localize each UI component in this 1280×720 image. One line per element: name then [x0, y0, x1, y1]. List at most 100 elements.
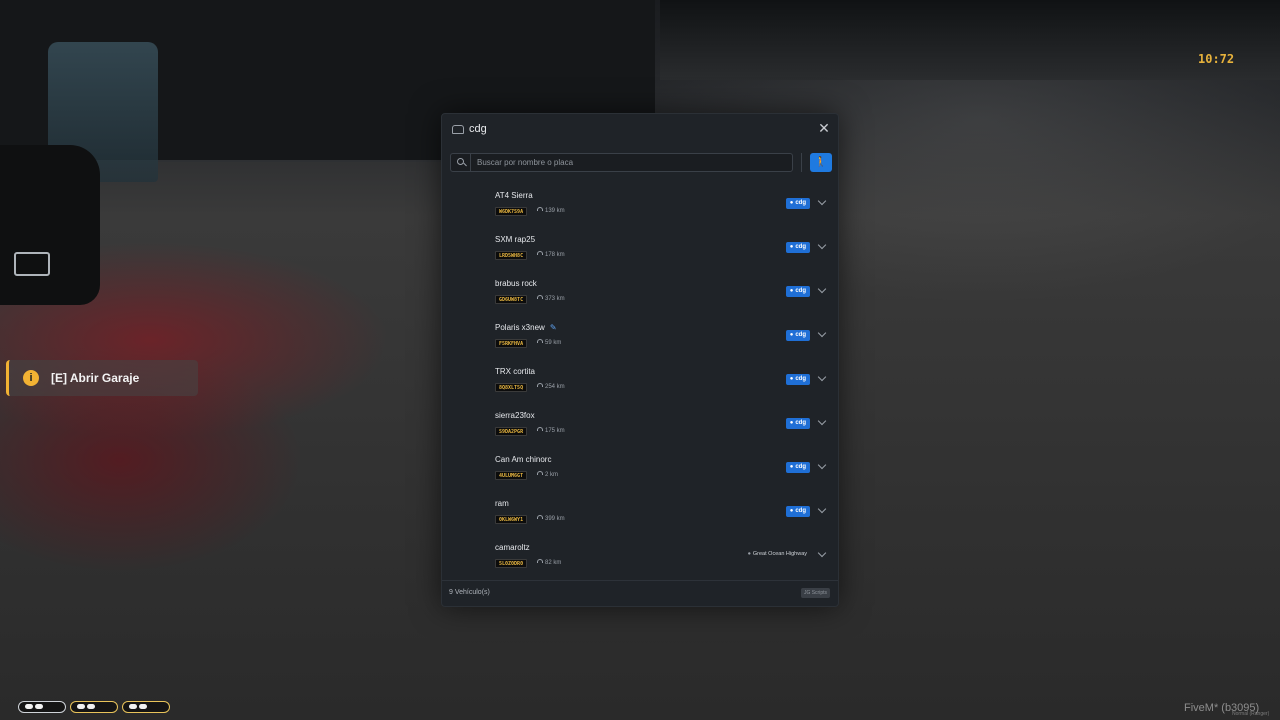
mileage-value: 178 km [545, 252, 565, 258]
vehicle-mileage: 59 km [537, 339, 561, 348]
vehicle-count: 9 Vehículo(s) [449, 589, 490, 596]
garage-badge: ● cdg [785, 198, 810, 209]
vehicle-row[interactable]: camaroltz 5L0Z0DR0 82 km ● Great Ocean Hi… [442, 536, 838, 580]
badge-label: cdg [795, 464, 806, 470]
search-input[interactable] [477, 155, 787, 170]
speedometer-icon [537, 295, 543, 299]
chevron-down-icon[interactable] [817, 373, 827, 383]
pencil-icon[interactable]: ✎ [550, 323, 557, 332]
vehicle-mileage: 82 km [537, 559, 561, 568]
vehicle-name: Can Am chinorc [495, 455, 552, 464]
speedometer-icon [537, 427, 543, 431]
vehicle-row[interactable]: SXM rap25 LRD5WH8C 178 km ● cdg [442, 228, 838, 272]
car-icon [452, 125, 464, 134]
vehicle-plate: GD6UW8TC [495, 295, 528, 304]
speedometer-icon [537, 251, 543, 255]
garage-badge: ● cdg [785, 462, 810, 473]
chevron-down-icon[interactable] [817, 197, 827, 207]
background-fence [660, 0, 1280, 80]
background-car-plate [14, 252, 50, 276]
hud-indicator [122, 701, 170, 713]
mileage-value: 82 km [545, 560, 562, 566]
walk-mode-button[interactable]: 🚶 [810, 153, 832, 172]
map-pin-icon: ● [789, 420, 794, 426]
info-icon: i [23, 370, 39, 386]
chevron-down-icon[interactable] [817, 329, 827, 339]
chevron-down-icon[interactable] [817, 549, 827, 559]
fivem-watermark-sub: Normal (Ranger) [1232, 711, 1270, 717]
vehicle-mileage: 254 km [537, 383, 565, 392]
close-button[interactable]: ✕ [816, 120, 832, 136]
garage-badge: ● cdg [785, 374, 810, 385]
vehicle-plate: 0KLW6WY1 [495, 515, 528, 524]
mileage-value: 139 km [545, 208, 565, 214]
hud-indicator [18, 701, 66, 713]
map-pin-icon: ● [789, 464, 794, 470]
vehicle-name: sierra23fox [495, 411, 535, 420]
chevron-down-icon[interactable] [817, 241, 827, 251]
mileage-value: 254 km [545, 384, 565, 390]
vehicle-row[interactable]: sierra23fox S9DA2PGR 175 km ● cdg [442, 404, 838, 448]
speedometer-icon [537, 383, 543, 387]
vehicle-plate: LRD5WH8C [495, 251, 528, 260]
vehicle-name-text: Polaris x3new [495, 323, 545, 332]
map-pin-icon: ● [789, 200, 794, 206]
mileage-value: 373 km [545, 296, 565, 302]
vehicle-plate: 4ULUM6GT [495, 471, 528, 480]
chevron-down-icon[interactable] [817, 285, 827, 295]
map-pin-icon: ● [789, 332, 794, 338]
vehicle-row[interactable]: Can Am chinorc 4ULUM6GT 2 km ● cdg [442, 448, 838, 492]
garage-badge: ● cdg [785, 506, 810, 517]
footer-divider [442, 580, 838, 581]
vehicle-plate: 5L0Z0DR0 [495, 559, 528, 568]
map-pin-icon: ● [789, 288, 794, 294]
mileage-value: 2 km [545, 472, 559, 478]
vehicle-mileage: 175 km [537, 427, 565, 436]
chevron-down-icon[interactable] [817, 505, 827, 515]
vehicle-name: brabus rock [495, 279, 537, 288]
garage-badge: ● cdg [785, 242, 810, 253]
panel-header: cdg ✕ [442, 114, 838, 146]
badge-label: cdg [795, 420, 806, 426]
garage-title: cdg [469, 123, 487, 135]
mileage-value: 399 km [545, 516, 565, 522]
vehicle-plate: S9DA2PGR [495, 427, 528, 436]
garage-badge: ● cdg [785, 418, 810, 429]
vehicle-name: ram [495, 499, 509, 508]
vehicle-name: Polaris x3new ✎ [495, 323, 557, 332]
vehicle-mileage: 139 km [537, 207, 565, 216]
brand-badge: JG Scripts [800, 588, 830, 598]
map-pin-icon: ● [789, 508, 794, 514]
badge-label: cdg [795, 332, 806, 338]
vehicle-mileage: 373 km [537, 295, 565, 304]
vehicle-row[interactable]: ram 0KLW6WY1 399 km ● cdg [442, 492, 838, 536]
vehicle-plate: W6DK7S9A [495, 207, 528, 216]
chevron-down-icon[interactable] [817, 417, 827, 427]
location-label: Great Ocean Highway [752, 551, 807, 557]
hud-indicator [70, 701, 118, 713]
search-icon [451, 154, 471, 171]
badge-label: cdg [795, 508, 806, 514]
map-pin-icon: ● [789, 244, 794, 250]
vehicle-row[interactable]: brabus rock GD6UW8TC 373 km ● cdg [442, 272, 838, 316]
vehicle-row[interactable]: TRX cortita 8Q8XLT5Q 254 km ● cdg [442, 360, 838, 404]
badge-label: cdg [795, 200, 806, 206]
vehicle-row[interactable]: Polaris x3new ✎ F5RKFHVA 59 km ● cdg [442, 316, 838, 360]
speedometer-icon [537, 339, 543, 343]
chevron-down-icon[interactable] [817, 461, 827, 471]
vehicle-name: camaroltz [495, 543, 530, 552]
vehicle-name: TRX cortita [495, 367, 536, 376]
vehicle-location: ● Great Ocean Highway [748, 551, 807, 557]
vehicle-mileage: 178 km [537, 251, 565, 260]
open-garage-prompt: i [E] Abrir Garaje [6, 360, 198, 396]
mileage-value: 175 km [545, 428, 565, 434]
vehicle-name: SXM rap25 [495, 235, 536, 244]
vehicle-row[interactable]: AT4 Sierra W6DK7S9A 139 km ● cdg [442, 184, 838, 228]
map-pin-icon: ● [789, 376, 794, 382]
speedometer-icon [537, 559, 543, 563]
badge-label: cdg [795, 244, 806, 250]
speedometer-icon [537, 207, 543, 211]
prompt-label: [E] Abrir Garaje [51, 371, 140, 385]
hud-timer: 10:72 [1198, 52, 1235, 66]
garage-panel: cdg ✕ 🚶 AT4 Sierra W6DK7S9A 139 km ●cdg … [441, 113, 839, 607]
